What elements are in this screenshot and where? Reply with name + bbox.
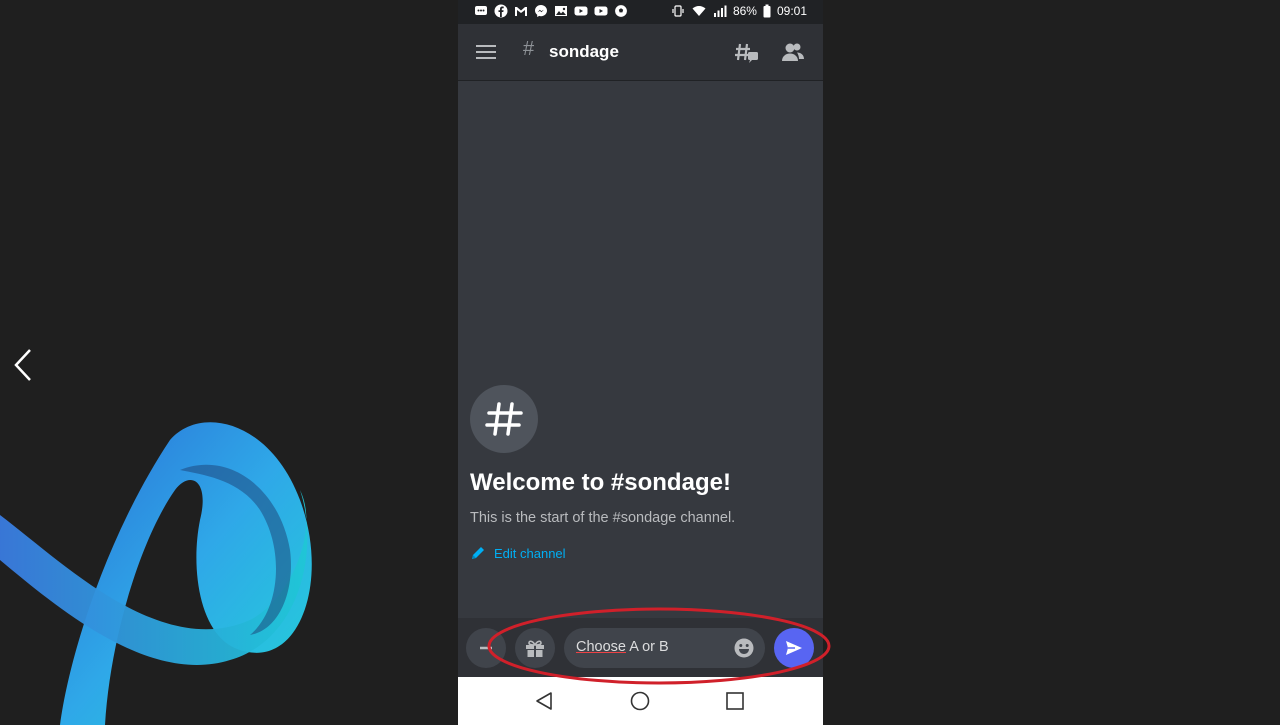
android-nav-bar	[458, 677, 823, 725]
hash-icon	[485, 402, 523, 436]
message-composer: Choose A or B	[458, 618, 823, 677]
chat-icon	[475, 6, 487, 15]
channel-hash-icon: #	[523, 38, 535, 60]
emoji-icon[interactable]	[733, 637, 755, 659]
channel-avatar	[470, 385, 538, 453]
left-background	[0, 0, 458, 725]
gmail-icon	[515, 7, 527, 16]
recent-apps-icon[interactable]	[726, 692, 744, 710]
edit-channel-link[interactable]: Edit channel	[470, 545, 566, 561]
messenger-icon	[535, 5, 547, 17]
facebook-icon	[494, 4, 508, 18]
notification-icons	[474, 4, 628, 18]
message-input[interactable]: Choose A or B	[564, 628, 765, 668]
plus-icon	[480, 646, 492, 650]
hamburger-menu-icon[interactable]	[476, 42, 496, 62]
back-icon[interactable]	[534, 691, 554, 711]
status-bar: 86% 09:01	[458, 0, 823, 24]
signal-icon	[713, 5, 727, 17]
battery-icon	[763, 4, 771, 18]
channel-title: sondage	[549, 42, 619, 61]
misspelled-word: Choose	[576, 639, 626, 655]
edit-channel-label: Edit channel	[494, 545, 566, 561]
gift-button[interactable]	[515, 628, 555, 668]
message-list: Welcome to #sondage! This is the start o…	[458, 81, 823, 618]
message-rest: A or B	[625, 639, 669, 655]
battery-percent: 86%	[732, 4, 757, 18]
message-input-text: Choose A or B	[576, 639, 669, 655]
clock: 09:01	[776, 4, 807, 18]
home-icon[interactable]	[630, 691, 650, 711]
youtube-icon	[594, 6, 608, 16]
chevron-left-icon[interactable]	[10, 345, 40, 385]
gallery-icon	[555, 6, 567, 16]
phone-screen: 86% 09:01 # sondage Welcome to #sondage!…	[458, 0, 823, 725]
add-attachment-button[interactable]	[466, 628, 506, 668]
send-button[interactable]	[774, 628, 814, 668]
send-icon	[786, 641, 802, 655]
welcome-title: Welcome to #sondage!	[470, 469, 731, 496]
soccer-ball-icon	[614, 4, 628, 18]
status-indicators: 86% 09:01	[671, 4, 807, 18]
right-background	[823, 0, 1280, 725]
members-icon[interactable]	[781, 40, 805, 64]
wifi-icon	[692, 6, 706, 16]
youtube-icon	[574, 6, 588, 16]
logo-icon	[0, 422, 312, 725]
welcome-subtitle: This is the start of the #sondage channe…	[470, 510, 736, 526]
gift-icon	[526, 640, 544, 657]
vibrate-icon	[672, 5, 684, 17]
channel-header: # sondage	[458, 24, 823, 81]
pencil-icon	[472, 547, 484, 559]
threads-icon[interactable]	[735, 40, 759, 64]
